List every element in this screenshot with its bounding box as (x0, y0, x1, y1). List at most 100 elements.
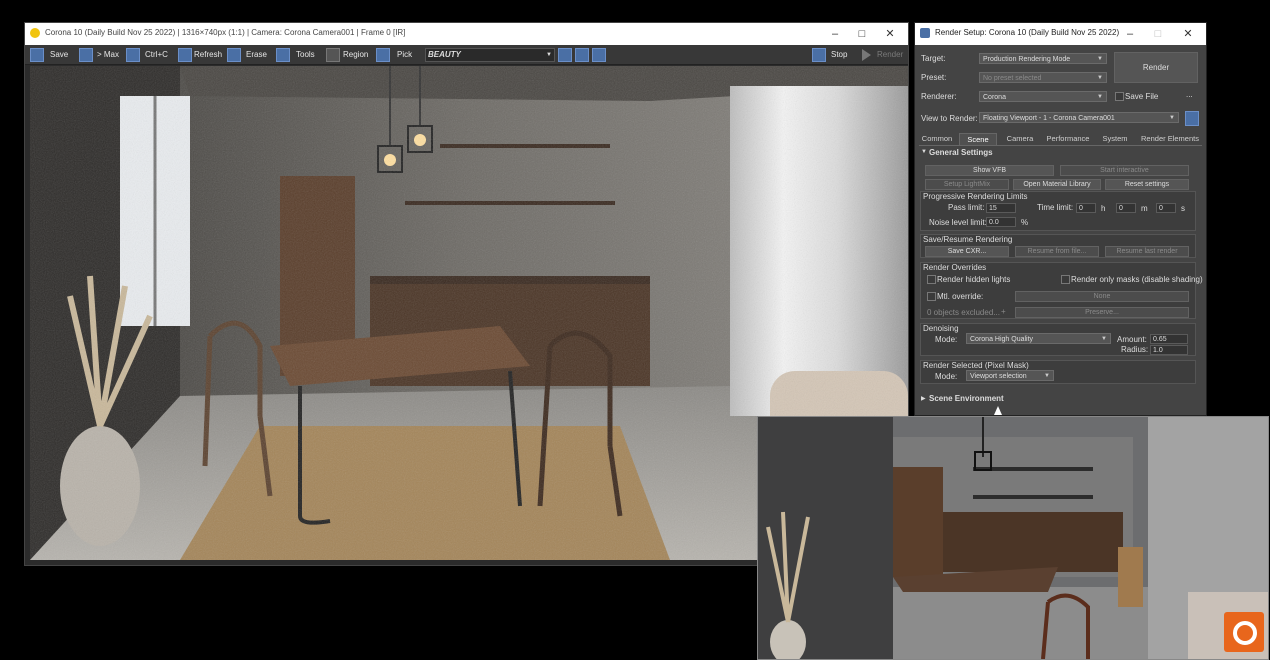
rollout-triangle-icon[interactable]: ▼ (921, 149, 927, 155)
chevron-down-icon: ▼ (546, 52, 552, 58)
render-hidden-lights-checkbox[interactable] (927, 275, 936, 284)
tab-performance[interactable]: Performance (1043, 133, 1093, 145)
save-file-checkbox[interactable] (1115, 92, 1124, 101)
render-setup-title: Render Setup: Corona 10 (Daily Build Nov… (935, 28, 1120, 37)
show-vfb-button[interactable]: Show VFB (925, 165, 1054, 176)
denoising-header: Denoising (923, 324, 959, 333)
tools-icon[interactable] (276, 48, 290, 62)
zoom-fit-icon[interactable] (592, 48, 606, 62)
erase-icon[interactable] (227, 48, 241, 62)
preset-label: Preset: (921, 73, 947, 82)
render-pass-dropdown[interactable]: BEAUTY ▼ (425, 48, 555, 62)
chevron-down-icon: ▼ (1097, 56, 1103, 62)
view-to-render-label: View to Render: (921, 114, 978, 123)
amount-field[interactable]: 0.65 (1150, 334, 1188, 344)
setup-lightmix-button[interactable]: Setup LightMix (925, 179, 1009, 190)
copy-icon[interactable] (126, 48, 140, 62)
region-button[interactable]: Region (343, 47, 368, 62)
preset-dropdown[interactable]: No preset selected ▼ (979, 72, 1107, 83)
corona-ring-icon (1233, 621, 1257, 645)
render-selected-mode-dropdown[interactable]: Viewport selection ▼ (966, 370, 1054, 381)
copy-button[interactable]: Ctrl+C (145, 47, 168, 62)
resume-last-render-button[interactable]: Resume last render (1105, 246, 1189, 257)
rollout-triangle-icon[interactable]: ▶ (921, 395, 926, 402)
render-setup-window: Render Setup: Corona 10 (Daily Build Nov… (914, 22, 1207, 416)
chevron-down-icon: ▼ (1097, 94, 1103, 100)
mtl-override-slot[interactable]: None (1015, 291, 1189, 302)
target-label: Target: (921, 54, 946, 63)
target-dropdown[interactable]: Production Rendering Mode ▼ (979, 53, 1107, 64)
render-setup-title-bar[interactable]: Render Setup: Corona 10 (Daily Build Nov… (915, 23, 1206, 45)
save-icon[interactable] (30, 48, 44, 62)
denoise-mode-dropdown[interactable]: Corona High Quality ▼ (966, 333, 1111, 344)
tab-render-elements[interactable]: Render Elements (1137, 133, 1203, 145)
refresh-button[interactable]: Refresh (194, 47, 222, 62)
pick-button[interactable]: Pick (397, 47, 412, 62)
time-minutes-field[interactable]: 0 (1116, 203, 1136, 213)
tab-common[interactable]: Common (919, 133, 955, 145)
render-button[interactable]: Render (877, 47, 903, 62)
render-main-button[interactable]: Render (1114, 52, 1198, 83)
max-icon[interactable] (79, 48, 93, 62)
progressive-limits-header: Progressive Rendering Limits (923, 192, 1028, 201)
zoom-in-icon[interactable] (558, 48, 572, 62)
hours-unit: h (1101, 204, 1106, 213)
denoise-mode-value: Corona High Quality (970, 336, 1034, 343)
time-hours-field[interactable]: 0 (1076, 203, 1096, 213)
erase-button[interactable]: Erase (246, 47, 267, 62)
save-cxr-button[interactable]: Save CXR... (925, 246, 1009, 257)
rs-close-button[interactable]: ✕ (1173, 26, 1203, 42)
percent-unit: % (1021, 218, 1029, 227)
render-pass-label: BEAUTY (428, 50, 461, 59)
floating-viewport[interactable] (757, 416, 1269, 660)
vfb-title-bar[interactable]: Corona 10 (Daily Build Nov 25 2022) | 13… (25, 23, 908, 45)
tab-system[interactable]: System (1097, 133, 1133, 145)
view-to-render-value: Floating Viewport - 1 - Corona Camera001 (983, 115, 1115, 122)
general-settings-header[interactable]: General Settings (929, 148, 993, 157)
render-selected-header: Render Selected (Pixel Mask) (923, 361, 1029, 370)
pass-limit-field[interactable]: 15 (986, 203, 1016, 213)
pick-icon[interactable] (376, 48, 390, 62)
preserve-button[interactable]: Preserve... (1015, 307, 1189, 318)
start-interactive-button[interactable]: Start interactive (1060, 165, 1189, 176)
noise-limit-field[interactable]: 0.0 (986, 217, 1016, 227)
chevron-down-icon: ▼ (1097, 75, 1103, 81)
maximize-button[interactable]: □ (847, 26, 877, 42)
target-value: Production Rendering Mode (983, 56, 1071, 63)
render-only-masks-checkbox[interactable] (1061, 275, 1070, 284)
more-button[interactable]: ... (1186, 90, 1193, 99)
minutes-unit: m (1141, 204, 1148, 213)
mtl-override-checkbox[interactable] (927, 292, 936, 301)
vfb-title: Corona 10 (Daily Build Nov 25 2022) | 13… (45, 28, 406, 37)
zoom-out-icon[interactable] (575, 48, 589, 62)
region-icon[interactable] (326, 48, 340, 62)
amount-label: Amount: (1117, 335, 1147, 344)
rs-maximize-button[interactable]: □ (1143, 26, 1173, 42)
denoise-mode-label: Mode: (935, 335, 958, 344)
close-button[interactable]: ✕ (875, 26, 905, 42)
tools-button[interactable]: Tools (296, 47, 315, 62)
refresh-icon[interactable] (178, 48, 192, 62)
reset-settings-button[interactable]: Reset settings (1105, 179, 1189, 190)
tab-camera[interactable]: Camera (1001, 133, 1039, 145)
stop-button[interactable]: Stop (831, 47, 847, 62)
view-to-render-dropdown[interactable]: Floating Viewport - 1 - Corona Camera001… (979, 112, 1179, 123)
stop-icon[interactable] (812, 48, 826, 62)
scene-environment-header[interactable]: Scene Environment (929, 394, 1004, 403)
lock-icon[interactable] (1185, 111, 1199, 126)
minimize-button[interactable]: – (820, 26, 850, 42)
render-play-icon[interactable] (862, 49, 871, 61)
corona-app-icon (30, 28, 40, 38)
time-seconds-field[interactable]: 0 (1156, 203, 1176, 213)
noise-limit-label: Noise level limit: (929, 218, 987, 227)
add-exclusion-icon[interactable]: + (1001, 307, 1006, 316)
render-only-masks-label: Render only masks (disable shading) (1071, 275, 1203, 284)
save-button[interactable]: Save (50, 47, 68, 62)
resume-from-file-button[interactable]: Resume from file... (1015, 246, 1099, 257)
radius-field[interactable]: 1.0 (1150, 345, 1188, 355)
send-to-max-button[interactable]: > Max (97, 47, 119, 62)
renderer-dropdown[interactable]: Corona ▼ (979, 91, 1107, 102)
objects-excluded-label[interactable]: 0 objects excluded... (927, 308, 1000, 317)
open-material-library-button[interactable]: Open Material Library (1013, 179, 1101, 190)
rs-minimize-button[interactable]: – (1115, 26, 1145, 42)
